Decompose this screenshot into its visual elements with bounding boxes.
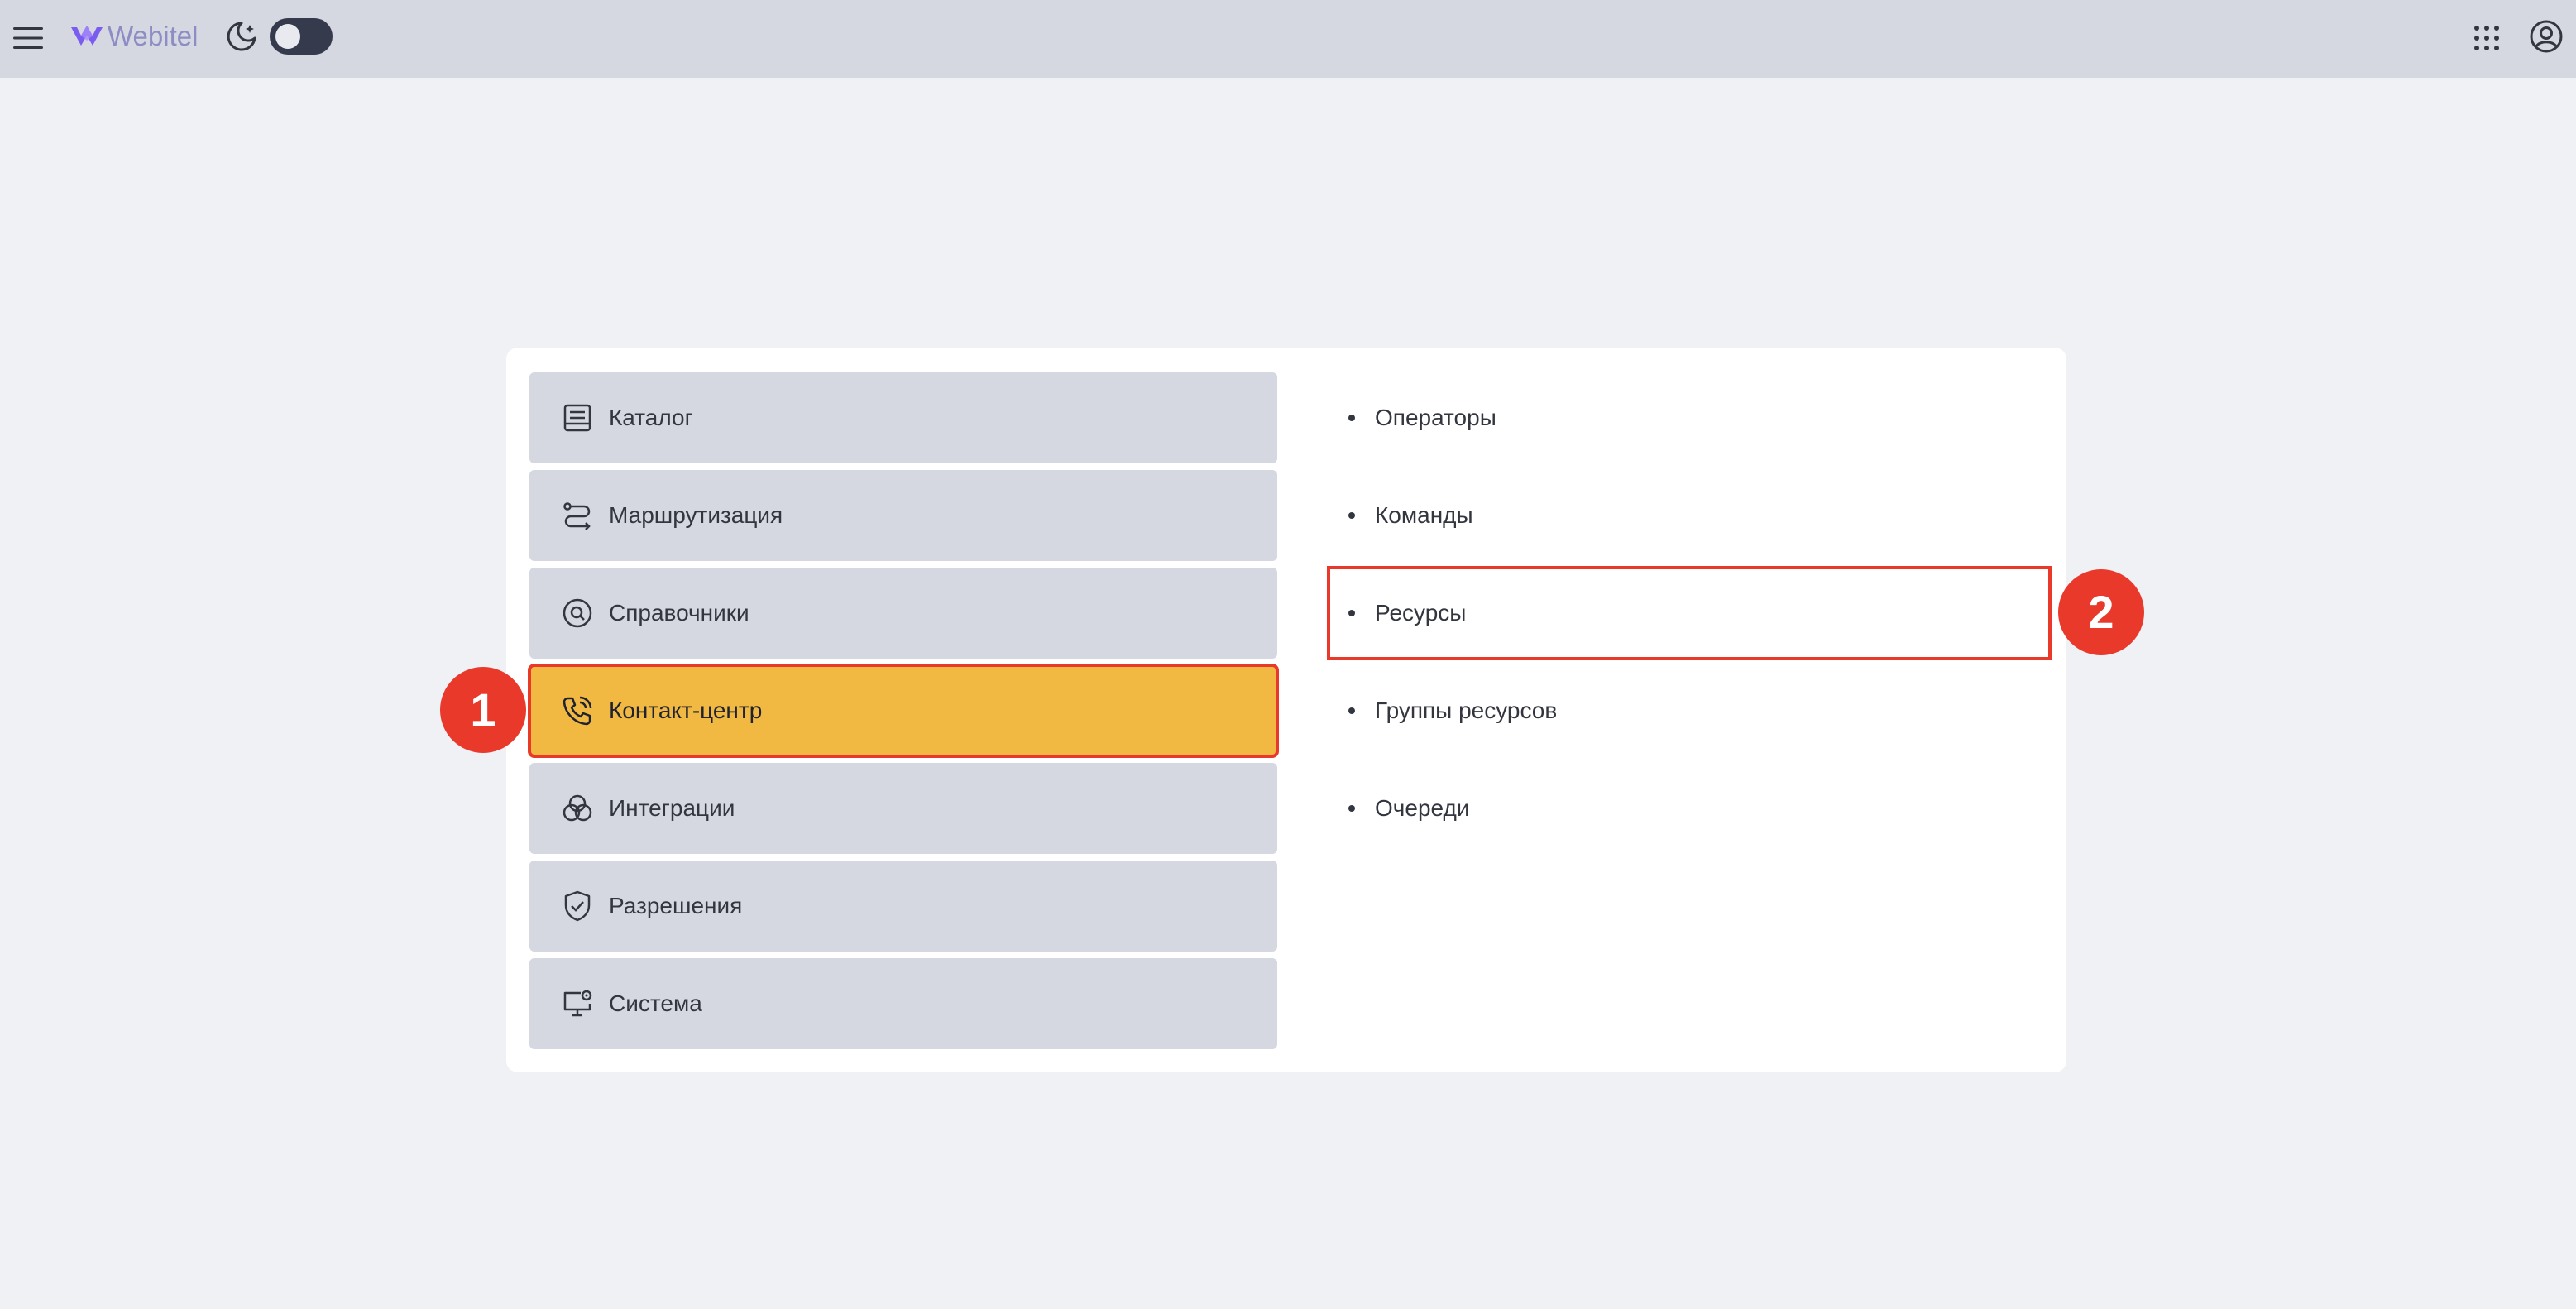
catalog-icon: [563, 404, 591, 432]
submenu-item-resource-groups[interactable]: Группы ресурсов: [1329, 665, 2050, 756]
menu-item-label: Каталог: [609, 405, 693, 430]
submenu-item-label: Операторы: [1375, 405, 1496, 430]
menu-item-permissions[interactable]: Разрешения: [529, 861, 1277, 952]
submenu-item-label: Группы ресурсов: [1375, 698, 1558, 723]
moon-icon: [227, 22, 256, 51]
menu-item-label: Интеграции: [609, 795, 735, 821]
directory-icon: [563, 598, 592, 628]
navigation-card: Каталог Маршрутизация Справочники Контак…: [506, 348, 2066, 1072]
menu-item-contact-center[interactable]: Контакт-центр: [528, 664, 1279, 758]
theme-toggle[interactable]: [270, 18, 333, 55]
bullet: [1348, 805, 1355, 812]
submenu-item-teams[interactable]: Команды: [1329, 470, 2050, 561]
integrations-icon: [563, 794, 592, 822]
menu-item-label: Разрешения: [609, 893, 743, 918]
system-monitor-icon: [563, 990, 592, 1017]
hamburger-menu-icon[interactable]: [12, 22, 45, 55]
submenu-item-operators[interactable]: Операторы: [1329, 372, 2050, 463]
bullet: [1348, 610, 1355, 616]
menu-item-routing[interactable]: Маршрутизация: [529, 470, 1277, 561]
menu-item-catalog[interactable]: Каталог: [529, 372, 1277, 463]
webitel-logo-icon: [71, 26, 103, 46]
account-icon[interactable]: [2528, 18, 2564, 55]
webitel-logo[interactable]: Webitel: [69, 15, 198, 58]
submenu-item-queues[interactable]: Очереди: [1329, 763, 2050, 854]
menu-item-label: Маршрутизация: [609, 502, 783, 528]
menu-item-label: Система: [609, 990, 702, 1016]
menu-item-label: Справочники: [609, 600, 749, 626]
shield-check-icon: [564, 890, 591, 922]
menu-item-label: Контакт-центр: [609, 698, 763, 723]
phone-icon: [563, 696, 592, 726]
submenu-item-label: Команды: [1375, 502, 1473, 528]
submenu-item-label: Ресурсы: [1375, 600, 1467, 626]
logo-text: Webitel: [108, 21, 199, 51]
menu-item-directories[interactable]: Справочники: [529, 568, 1277, 659]
menu-item-integrations[interactable]: Интеграции: [529, 763, 1277, 854]
top-header: Webitel: [0, 0, 2576, 78]
submenu-item-label: Очереди: [1375, 795, 1470, 821]
bullet: [1348, 707, 1355, 714]
apps-grid-icon[interactable]: [2470, 22, 2503, 55]
step-badge-1: 1: [440, 667, 526, 753]
menu-item-system[interactable]: Система: [529, 958, 1277, 1049]
toggle-knob: [275, 24, 300, 49]
routing-icon: [563, 502, 591, 530]
submenu-item-resources[interactable]: Ресурсы: [1327, 566, 2052, 660]
bullet: [1348, 415, 1355, 421]
step-badge-2: 2: [2058, 569, 2144, 655]
bullet: [1348, 512, 1355, 519]
